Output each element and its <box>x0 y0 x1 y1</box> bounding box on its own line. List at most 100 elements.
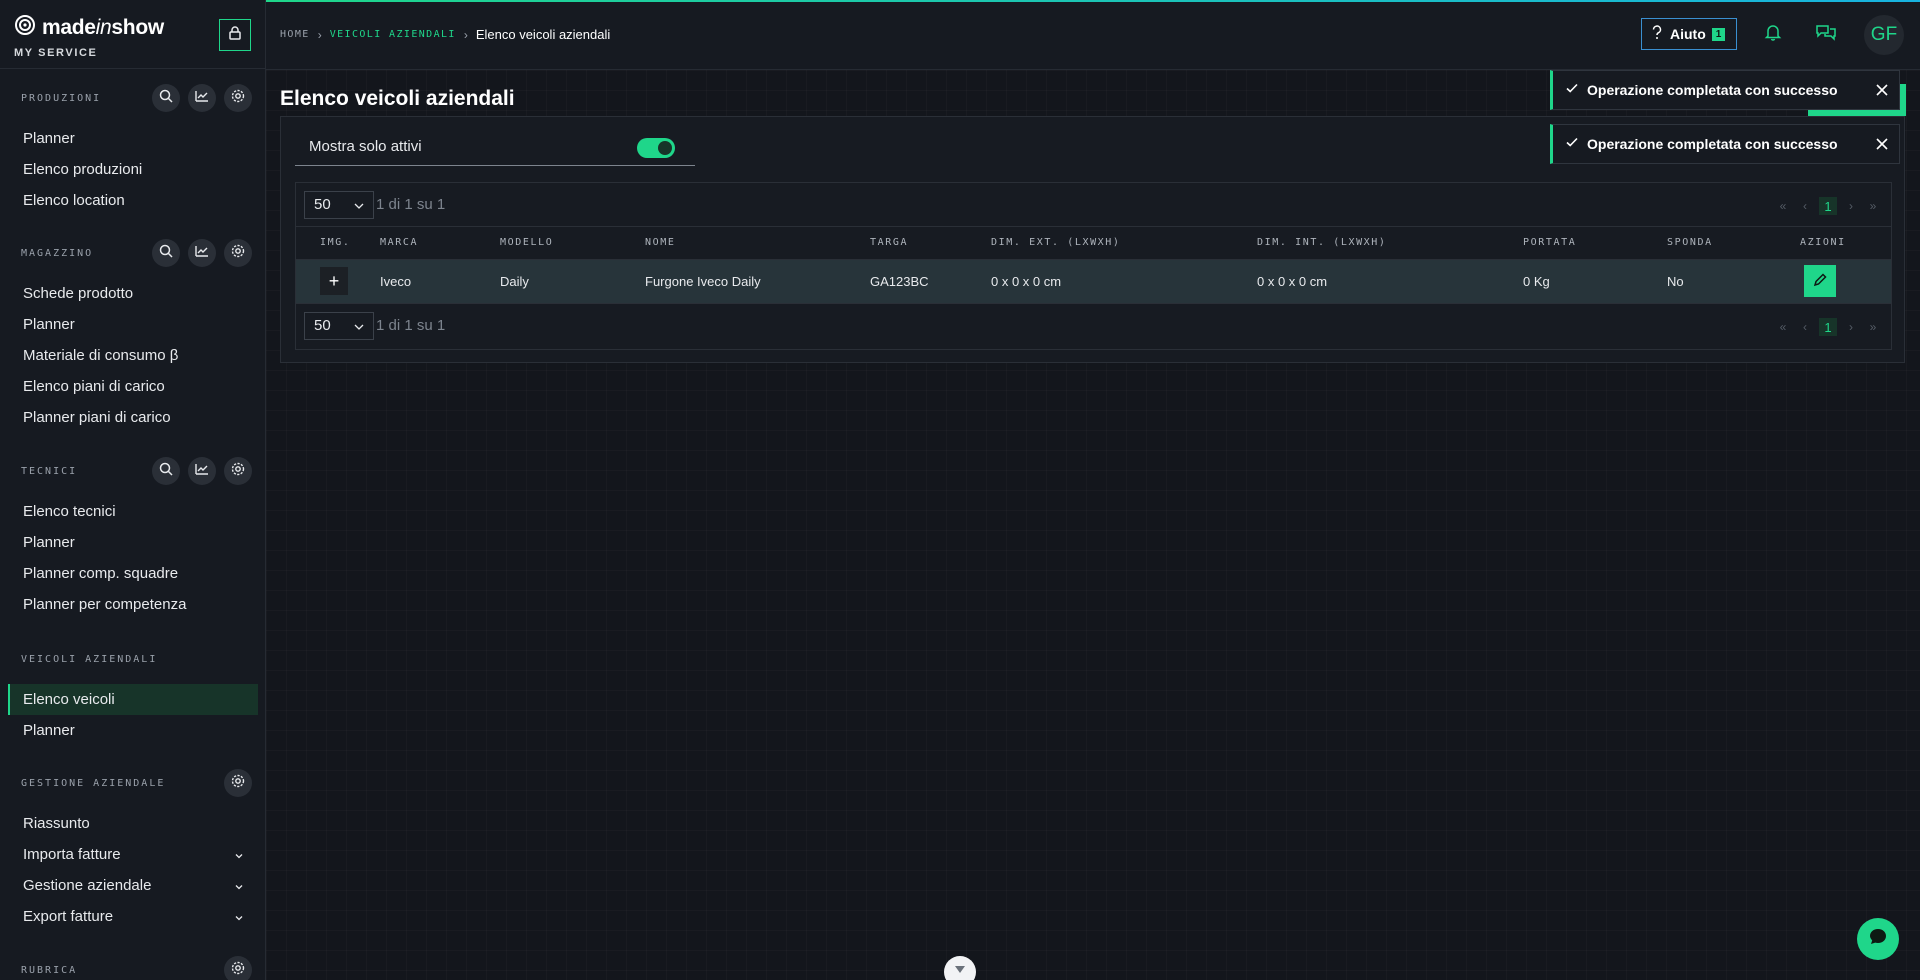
settings-button[interactable] <box>224 84 252 112</box>
breadcrumb-chevron-icon: › <box>317 27 322 42</box>
section-title: MAGAZZINO <box>21 247 94 259</box>
chevron-down-icon <box>234 848 244 865</box>
per-page-select[interactable]: 50 <box>304 311 374 340</box>
sidebar-item-riassunto[interactable]: Riassunto <box>8 808 258 839</box>
search-icon <box>158 243 174 264</box>
pagination-top: 50 1 di 1 su 1 « ‹ 1 › » <box>296 183 1891 227</box>
sidebar-section-veicoli: VEICOLI AZIENDALI Elenco veicoli Planner <box>0 642 265 746</box>
sidebar-item-elenco-tecnici[interactable]: Elenco tecnici <box>8 496 258 527</box>
cell-targa: GA123BC <box>870 273 929 289</box>
gear-icon <box>230 461 246 482</box>
settings-button[interactable] <box>224 769 252 797</box>
breadcrumb-veicoli-aziendali[interactable]: VEICOLI AZIENDALI <box>330 29 456 40</box>
sidebar-item-gestione-aziendale[interactable]: Gestione aziendale <box>8 870 258 901</box>
edit-button[interactable] <box>1804 265 1836 298</box>
column-header[interactable]: NOME <box>645 227 870 260</box>
next-page-button[interactable]: › <box>1843 198 1859 214</box>
help-label: Aiuto <box>1670 26 1706 42</box>
prev-page-button[interactable]: ‹ <box>1797 319 1813 335</box>
gear-icon <box>230 773 246 794</box>
chevron-down-icon <box>353 320 365 337</box>
column-header: AZIONI <box>1800 227 1891 260</box>
close-icon[interactable] <box>1875 83 1889 102</box>
logo-icon <box>14 14 36 41</box>
breadcrumb-home[interactable]: HOME <box>280 29 310 40</box>
toast-message: Operazione completata con successo <box>1587 82 1838 98</box>
last-page-button[interactable]: » <box>1865 319 1881 335</box>
sidebar-item-planner[interactable]: Planner <box>8 527 258 558</box>
chevron-down-icon <box>234 879 244 896</box>
table-row[interactable]: + Iveco Daily Furgone Iveco Daily GA123B… <box>296 259 1891 303</box>
column-header[interactable]: DIM. INT. (LXWXH) <box>1257 227 1523 260</box>
section-title: RUBRICA <box>21 964 78 976</box>
sidebar-item-planner[interactable]: Planner <box>8 123 258 154</box>
settings-button[interactable] <box>224 956 252 980</box>
search-button[interactable] <box>152 239 180 267</box>
sidebar-divider <box>0 68 265 69</box>
messages-button[interactable] <box>1814 22 1838 46</box>
sidebar-item-planner[interactable]: Planner <box>8 309 258 340</box>
cell-nome: Furgone Iveco Daily <box>645 273 761 289</box>
current-page[interactable]: 1 <box>1819 197 1837 215</box>
current-page[interactable]: 1 <box>1819 318 1837 336</box>
settings-button[interactable] <box>224 457 252 485</box>
page-title: Elenco veicoli aziendali <box>280 87 515 110</box>
first-page-button[interactable]: « <box>1775 319 1791 335</box>
stats-button[interactable] <box>188 239 216 267</box>
brand-logo[interactable]: madeinshow MY SERVICE <box>14 14 164 59</box>
sidebar-item-importa-fatture[interactable]: Importa fatture <box>8 839 258 870</box>
settings-button[interactable] <box>224 239 252 267</box>
add-image-button[interactable]: + <box>320 267 348 296</box>
sidebar-item-planner-competenza[interactable]: Planner per competenza <box>8 589 258 620</box>
stats-button[interactable] <box>188 84 216 112</box>
close-icon[interactable] <box>1875 137 1889 156</box>
sidebar-item-schede-prodotto[interactable]: Schede prodotto <box>8 278 258 309</box>
search-icon <box>158 461 174 482</box>
sidebar-section-produzioni: PRODUZIONI Planner Elenco produzioni Ele… <box>0 81 265 216</box>
cell-portata: 0 Kg <box>1523 273 1550 289</box>
sidebar-item-elenco-veicoli[interactable]: Elenco veicoli <box>8 684 258 715</box>
avatar[interactable]: GF <box>1864 15 1904 55</box>
page-nav: « ‹ 1 › » <box>1775 318 1881 336</box>
chat-bubbles-icon <box>1815 23 1837 46</box>
column-header[interactable]: MODELLO <box>500 227 645 260</box>
sidebar-item-planner-comp-squadre[interactable]: Planner comp. squadre <box>8 558 258 589</box>
column-header[interactable]: DIM. EXT. (LXWXH) <box>991 227 1257 260</box>
column-header[interactable]: MARCA <box>380 227 500 260</box>
brand-name: madeinshow <box>42 15 164 39</box>
last-page-button[interactable]: » <box>1865 198 1881 214</box>
search-button[interactable] <box>152 84 180 112</box>
topbar: HOME › VEICOLI AZIENDALI › Elenco veicol… <box>266 0 1920 70</box>
stats-button[interactable] <box>188 457 216 485</box>
sidebar: madeinshow MY SERVICE PRODUZIONI Planner… <box>0 0 266 980</box>
active-only-toggle[interactable] <box>637 138 675 158</box>
sidebar-item-elenco-location[interactable]: Elenco location <box>8 185 258 216</box>
search-button[interactable] <box>152 457 180 485</box>
pagination-bottom: 50 1 di 1 su 1 « ‹ 1 › » <box>296 303 1891 347</box>
lock-sidebar-button[interactable] <box>219 19 251 51</box>
sidebar-section-tecnici: TECNICI Elenco tecnici Planner Planner c… <box>0 454 265 620</box>
cell-dim-int: 0 x 0 x 0 cm <box>1257 273 1328 289</box>
toast-success: Operazione completata con successo <box>1550 124 1900 164</box>
scroll-down-button[interactable] <box>944 956 976 980</box>
sidebar-item-elenco-produzioni[interactable]: Elenco produzioni <box>8 154 258 185</box>
page-nav: « ‹ 1 › » <box>1775 197 1881 215</box>
sidebar-item-planner[interactable]: Planner <box>8 715 258 746</box>
help-button[interactable]: Aiuto 1 <box>1641 18 1737 50</box>
chat-support-button[interactable] <box>1857 918 1899 960</box>
sidebar-item-planner-piani-carico[interactable]: Planner piani di carico <box>8 402 258 433</box>
prev-page-button[interactable]: ‹ <box>1797 198 1813 214</box>
first-page-button[interactable]: « <box>1775 198 1791 214</box>
next-page-button[interactable]: › <box>1843 319 1859 335</box>
brand-subtitle: MY SERVICE <box>14 47 98 59</box>
sidebar-item-materiale-consumo[interactable]: Materiale di consumo β <box>8 340 258 371</box>
column-header[interactable]: SPONDA <box>1667 227 1800 260</box>
sidebar-item-elenco-piani-carico[interactable]: Elenco piani di carico <box>8 371 258 402</box>
per-page-select[interactable]: 50 <box>304 190 374 219</box>
breadcrumb-chevron-icon: › <box>463 27 468 42</box>
sidebar-item-export-fatture[interactable]: Export fatture <box>8 901 258 932</box>
notifications-button[interactable] <box>1761 22 1785 46</box>
column-header[interactable]: PORTATA <box>1523 227 1667 260</box>
column-header[interactable]: TARGA <box>870 227 991 260</box>
sidebar-section-magazzino: MAGAZZINO Schede prodotto Planner Materi… <box>0 236 265 433</box>
